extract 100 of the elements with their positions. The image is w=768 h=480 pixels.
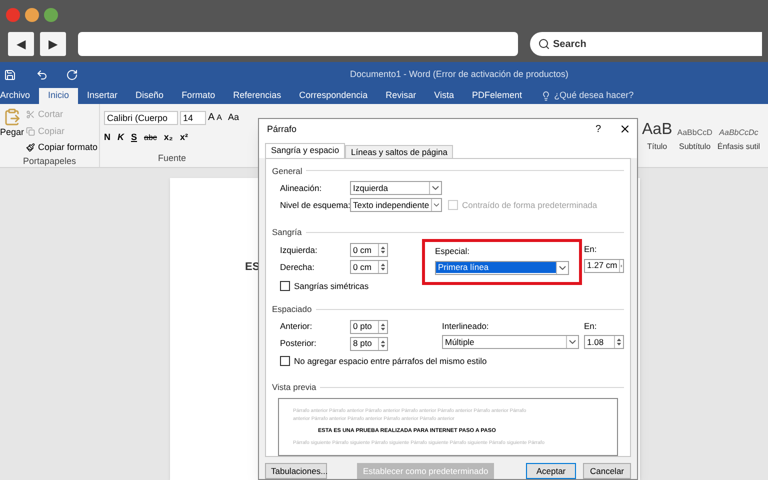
field-value: Múltiple [444,336,476,348]
paste-button[interactable]: Pegar [0,108,24,154]
field-label: Especial: [435,245,470,258]
dropdown-field[interactable]: Primera línea [435,260,569,275]
tell-me-field[interactable]: ¿Qué desea hacer? [554,89,634,103]
paintbrush-icon [26,143,35,152]
dialog-button[interactable]: Cancelar [583,463,631,479]
help-button[interactable]: ? [595,122,601,137]
grow-font-button[interactable]: A [208,110,215,125]
close-icon[interactable] [619,123,631,136]
spin-field[interactable]: 0 cm [350,260,388,274]
section-heading: Vista previa [272,381,316,394]
field-label: Anterior: [280,320,314,333]
ribbon-tab[interactable]: Archivo [0,88,40,104]
field-label: Derecha: [280,260,316,274]
checkbox[interactable] [280,356,290,366]
ribbon-tab[interactable]: Correspondencia [290,88,377,104]
chevron-icon [556,262,568,274]
spin-field[interactable]: 1.08 [584,335,624,350]
lightbulb-icon [541,91,552,101]
format-button[interactable]: S [131,131,138,144]
change-case-button[interactable]: Aa [228,110,240,124]
field-label: Interlineado: [442,320,490,332]
format-button[interactable]: x₂ [164,131,173,144]
search-field[interactable]: Search [530,32,762,56]
redo-icon[interactable] [66,69,78,81]
style-preset[interactable]: AaBbCcDc Énfasis sutil [717,127,760,153]
format-button[interactable]: K [118,131,124,144]
spin-field[interactable]: 0 cm [350,243,388,257]
save-icon[interactable] [4,69,16,81]
spinner-icon[interactable] [378,244,387,256]
ribbon-tab[interactable]: Vista [425,88,464,104]
nav-button[interactable]: ▶ [40,32,66,56]
format-button[interactable]: x² [180,131,188,144]
field-label: En: [584,320,598,332]
field-value: 1.27 cm [586,260,618,272]
window-title: Documento1 - Word (Error de activación de productos) [350,68,568,82]
chevron-icon [429,182,441,194]
font-size-field[interactable]: 14 [180,110,206,124]
search-icon [538,38,550,50]
format-button[interactable]: N [104,131,110,144]
ribbon-tab[interactable]: Insertar [78,88,127,104]
field-value: Primera línea [436,262,556,274]
field-label: Izquierda: [280,244,318,256]
search-input[interactable]: Search [553,36,703,52]
field-value: 1.08 [586,336,605,348]
ribbon-tab[interactable]: Inicio [39,88,78,104]
shrink-font-button[interactable]: A [216,112,222,124]
dropdown-field[interactable]: Múltiple [442,335,579,350]
field-label: Nivel de esquema: [280,198,350,212]
dialog-tab[interactable]: Líneas y saltos de página [345,144,454,158]
ribbon-tab[interactable]: Revisar [376,88,426,104]
clipboard-icon [3,108,21,126]
nav-button[interactable]: ◀ [8,32,34,56]
field-value: Izquierda [352,182,389,194]
dialog-tab[interactable]: Sangría y espacio [265,142,346,158]
spinner-icon[interactable] [378,261,387,273]
field-label: Posterior: [280,337,318,350]
section-heading: Espaciado [272,302,312,316]
chevron-icon [566,336,578,348]
checkbox-label: Contraído de forma predeterminada [462,198,598,212]
font-name-field[interactable]: Calibri (Cuerpo [104,110,178,124]
checkbox-label: Sangrías simétricas [294,280,369,293]
spinner-icon[interactable] [614,336,623,348]
spin-field[interactable]: 1.27 cm [584,258,624,273]
format-button[interactable]: abc [144,132,157,144]
section-heading: Sangría [272,226,302,239]
section-heading: General [272,164,302,178]
ribbon-tab[interactable]: Formato [172,88,224,104]
style-preset[interactable]: AaBbCcD Subtítulo [677,127,712,153]
group-label: Portapapeles [22,154,78,168]
field-label: Alineación: [280,182,323,195]
spin-field[interactable]: 8 pto [350,336,388,350]
checkbox[interactable] [280,281,290,292]
copy-icon [26,126,35,136]
dropdown-field[interactable]: Izquierda [350,181,442,196]
scissors-icon [26,110,35,120]
field-value: 0 cm [352,262,372,272]
ribbon-tab[interactable]: Diseño [126,88,173,104]
clipboard-button[interactable]: Copiar formato [26,141,98,154]
group-label: Fuente [157,152,188,164]
undo-icon[interactable] [36,69,48,81]
dropdown-field[interactable]: Texto independiente [350,198,442,212]
dialog-title: Párrafo [267,122,297,136]
address-field[interactable] [78,32,518,56]
field-value: 8 pto [352,338,373,349]
dialog-button[interactable]: Aceptar [526,463,576,479]
spinner-icon[interactable] [378,320,387,332]
checkbox-label: No agregar espacio entre párrafos del mismo estilo [294,354,487,368]
spinner-icon[interactable] [378,338,387,350]
ribbon-tab[interactable]: Referencias [224,88,290,104]
field-value: 0 pto [352,321,373,332]
ribbon-tab[interactable]: PDFelement [463,88,532,104]
dialog-button[interactable]: Tabulaciones... [265,463,327,479]
field-value: 0 cm [352,244,372,256]
chevron-icon [431,199,441,212]
style-preset[interactable]: AaB Título [642,121,672,153]
field-value: Texto independiente [352,200,430,211]
field-label: En: [584,243,598,256]
spin-field[interactable]: 0 pto [350,320,388,334]
